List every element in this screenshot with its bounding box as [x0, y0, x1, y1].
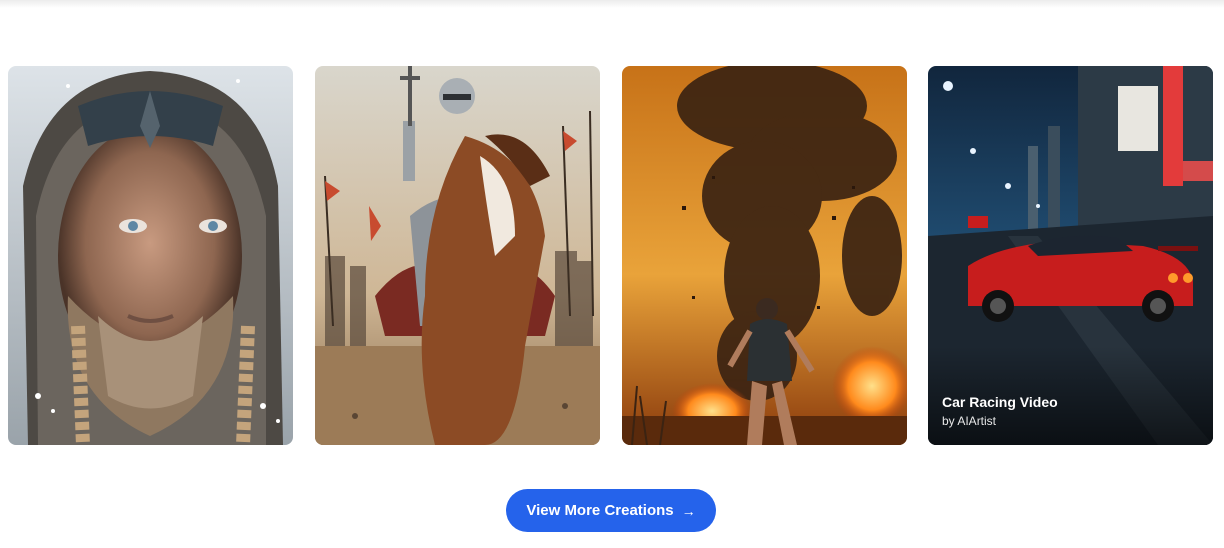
card-title: Car Racing Video — [942, 394, 1058, 410]
arrow-right-icon: → — [681, 502, 696, 519]
creation-card-car-racing[interactable]: Car Racing Video by AIArtist — [928, 66, 1213, 445]
woman-fleeing-explosion-image — [622, 66, 907, 445]
card-author: by AIArtist — [942, 414, 997, 428]
view-more-label: View More Creations — [526, 502, 674, 519]
creations-gallery: Car Racing Video by AIArtist — [8, 66, 1213, 445]
viking-portrait-image — [8, 66, 293, 445]
car-racing-image — [928, 66, 1213, 445]
knight-on-horse-image — [315, 66, 600, 445]
header-shadow — [0, 0, 1224, 8]
creation-card-knight[interactable] — [315, 66, 600, 445]
card-caption: Car Racing Video by AIArtist — [942, 393, 1058, 429]
creation-card-explosion[interactable] — [622, 66, 907, 445]
view-more-creations-button[interactable]: View More Creations → — [506, 489, 716, 532]
creation-card-viking[interactable] — [8, 66, 293, 445]
